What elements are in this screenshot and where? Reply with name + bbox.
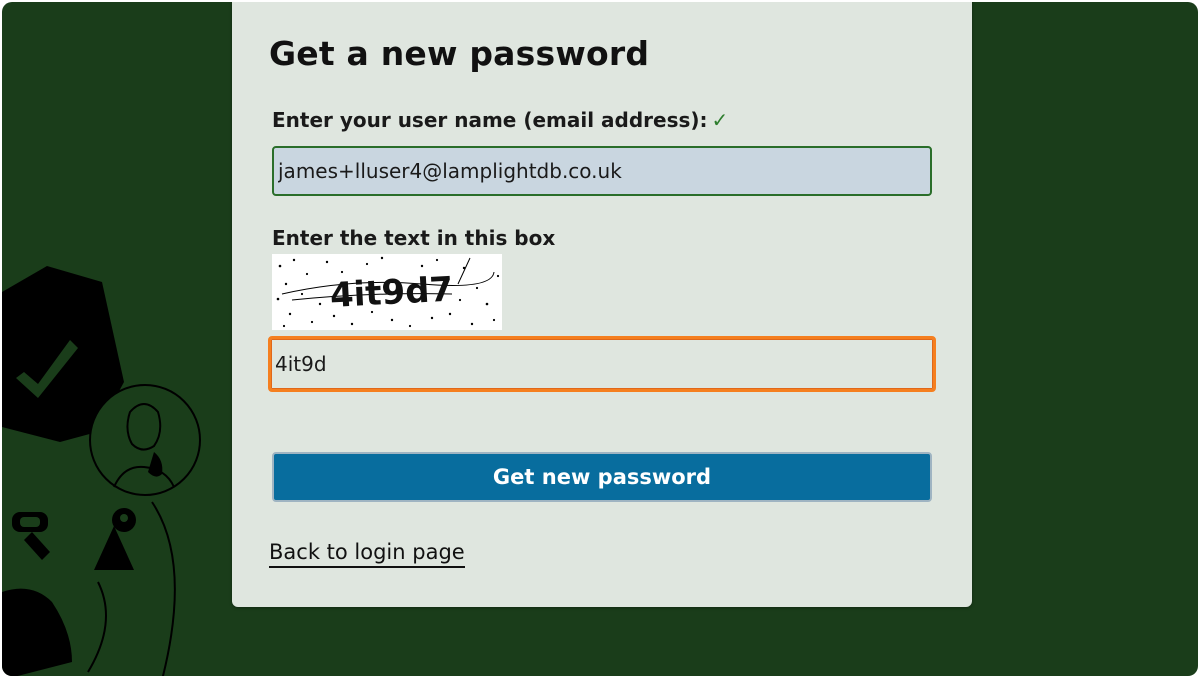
email-field[interactable] (272, 146, 932, 196)
security-illustration (2, 266, 201, 676)
captcha-input[interactable] (268, 336, 936, 392)
captcha-image: 4it9d7 (272, 254, 502, 330)
checkmark-icon: ✓ (711, 108, 729, 132)
page-title: Get a new password (269, 34, 650, 73)
email-label: Enter your user name (email address): ✓ (272, 108, 728, 132)
get-new-password-button[interactable]: Get new password (272, 452, 932, 502)
back-to-login-link[interactable]: Back to login page (269, 540, 465, 568)
email-label-text: Enter your user name (email address): (272, 108, 708, 132)
captcha-text: 4it9d7 (329, 270, 454, 316)
keyhole-icon (94, 508, 136, 570)
captcha-label: Enter the text in this box (272, 226, 556, 250)
user-avatar-icon (89, 384, 201, 496)
reset-password-card: Get a new password Enter your user name … (232, 2, 972, 607)
page-background: Get a new password Enter your user name … (2, 2, 1198, 676)
key-icon (12, 512, 50, 560)
